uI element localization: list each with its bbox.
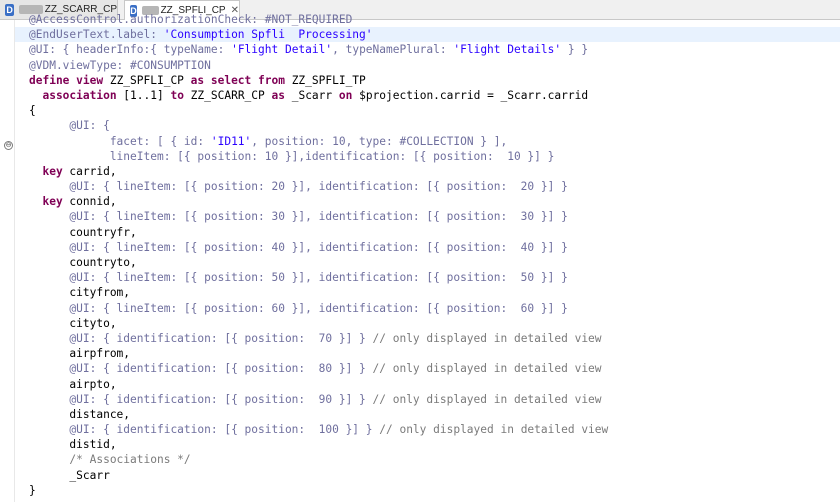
code-line: key connid, xyxy=(29,195,117,209)
fold-collapse-icon[interactable]: ⊖ xyxy=(4,141,13,150)
ddic-source-icon: D xyxy=(5,3,15,16)
code-line: facet: [ { id: 'ID11', position: 10, typ… xyxy=(29,134,508,148)
code-line: /* Associations */ xyxy=(29,453,191,467)
code-line: define view ZZ_SPFLI_CP as select from Z… xyxy=(29,73,366,87)
code-editor[interactable]: @AccessControl.authorizationCheck: #NOT_… xyxy=(15,13,840,498)
code-line: countryfr, xyxy=(29,225,137,239)
editor-gutter: ⊖ xyxy=(0,20,15,502)
code-line: @UI: { headerInfo:{ typeName: 'Flight De… xyxy=(29,43,589,57)
code-line: @UI: { lineItem: [{ position: 40 }], ide… xyxy=(29,240,568,254)
code-line: } xyxy=(29,483,36,497)
code-line: @UI: { identification: [{ position: 80 }… xyxy=(29,362,602,376)
code-line: @UI: { lineItem: [{ position: 20 }], ide… xyxy=(29,180,568,194)
code-line: cityto, xyxy=(29,316,117,330)
code-line: distid, xyxy=(29,438,117,452)
code-line: distance, xyxy=(29,407,131,421)
code-line: @UI: { lineItem: [{ position: 60 }], ide… xyxy=(29,301,568,315)
code-line: airpto, xyxy=(29,377,117,391)
code-line: airpfrom, xyxy=(29,347,131,361)
code-line: _Scarr xyxy=(29,468,110,482)
code-line: @UI: { identification: [{ position: 90 }… xyxy=(29,392,602,406)
code-line: association [1..1] to ZZ_SCARR_CP as _Sc… xyxy=(29,88,589,102)
code-line: @UI: { identification: [{ position: 100 … xyxy=(29,423,609,437)
code-line: countryto, xyxy=(29,256,137,269)
code-line: @AccessControl.authorizationCheck: #NOT_… xyxy=(29,13,353,26)
code-line: @UI: { lineItem: [{ position: 30 }], ide… xyxy=(29,210,568,224)
code-line: key carrid, xyxy=(29,164,117,178)
code-line: { xyxy=(29,104,36,118)
code-line: @UI: { identification: [{ position: 70 }… xyxy=(29,331,602,345)
code-line: @VDM.viewType: #CONSUMPTION xyxy=(29,58,211,72)
code-line-current: @EndUserText.label: 'Consumption Spfli P… xyxy=(15,27,840,43)
code-line: lineItem: [{ position: 10 }],identificat… xyxy=(29,149,555,163)
code-line: @UI: { xyxy=(29,119,110,133)
code-line: cityfrom, xyxy=(29,286,131,300)
code-line: @UI: { lineItem: [{ position: 50 }], ide… xyxy=(29,271,568,285)
